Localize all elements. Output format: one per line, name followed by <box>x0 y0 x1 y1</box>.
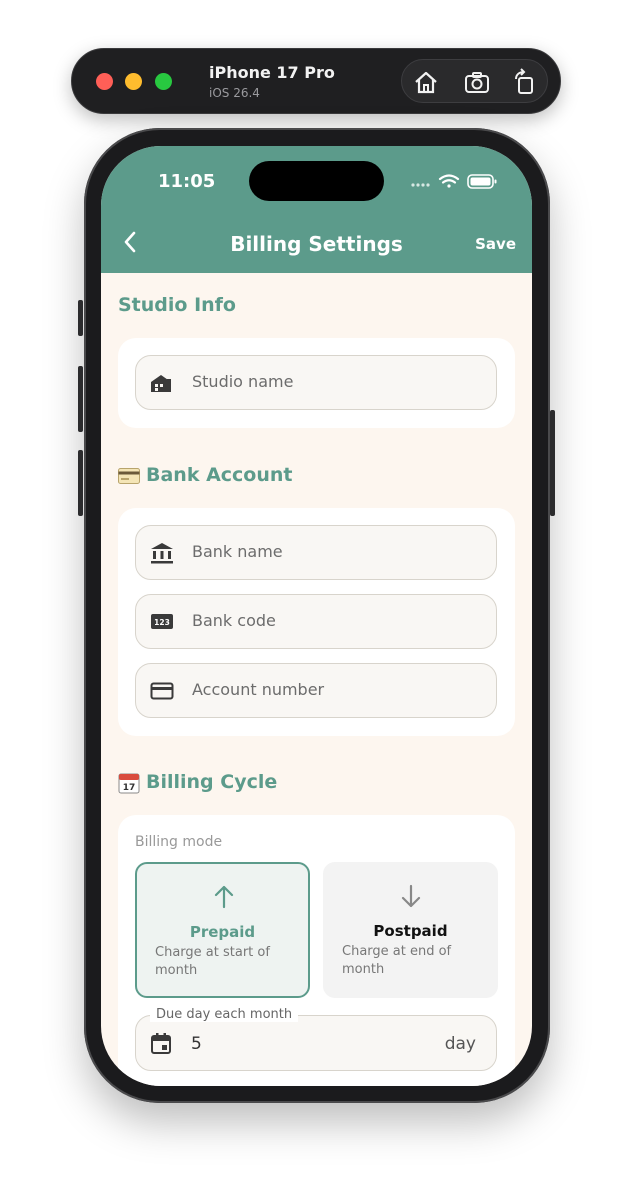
account-number-placeholder: Account number <box>192 680 325 699</box>
credit-card-icon <box>118 468 140 484</box>
due-day-unit: day <box>444 1034 476 1054</box>
numbers-123-icon: 123 <box>151 614 173 629</box>
svg-text:17: 17 <box>123 783 136 793</box>
billing-cycle-title: Billing Cycle <box>146 771 278 793</box>
postpaid-option[interactable]: Postpaid Charge at end of month <box>323 862 498 998</box>
simulator-os-version: iOS 26.4 <box>209 86 260 100</box>
bank-account-card: Bank name 123 Bank code Account number <box>118 508 515 736</box>
billing-mode-label: Billing mode <box>135 834 223 850</box>
minimize-window-button[interactable] <box>125 73 142 90</box>
studio-info-title: Studio Info <box>118 294 236 316</box>
close-window-button[interactable] <box>96 73 113 90</box>
zoom-window-button[interactable] <box>155 73 172 90</box>
app-screen: 11:05 Billing Settings Save Studio Info … <box>101 146 532 1086</box>
card-icon <box>150 682 174 700</box>
bank-name-field[interactable]: Bank name <box>135 525 497 580</box>
arrow-down-icon <box>401 884 421 908</box>
due-day-field[interactable]: Due day each month 5 day <box>135 1007 497 1071</box>
home-icon[interactable] <box>411 67 441 97</box>
page-title: Billing Settings <box>230 232 403 256</box>
studio-info-card: Studio name <box>118 338 515 428</box>
action-button <box>78 300 83 336</box>
save-button[interactable]: Save <box>475 235 516 253</box>
calendar-icon: 17 <box>118 773 140 794</box>
phone-frame: 11:05 Billing Settings Save Studio Info … <box>78 128 555 1103</box>
power-button <box>550 410 555 516</box>
billing-cycle-card: Billing mode Prepaid Charge at start of … <box>118 815 515 1086</box>
calendar-event-icon <box>151 1033 171 1054</box>
volume-up-button <box>78 366 83 432</box>
bank-icon <box>151 543 173 564</box>
studio-name-field[interactable]: Studio name <box>135 355 497 410</box>
simulator-device-name: iPhone 17 Pro <box>209 63 335 82</box>
status-icons <box>411 174 497 189</box>
storefront-icon <box>151 375 171 392</box>
bank-name-placeholder: Bank name <box>192 542 283 561</box>
arrow-up-icon <box>214 885 234 909</box>
battery-icon <box>467 174 497 189</box>
bank-account-title: Bank Account <box>146 464 293 486</box>
volume-down-button <box>78 450 83 516</box>
wifi-icon <box>438 174 460 188</box>
nav-header: 11:05 Billing Settings Save <box>101 146 532 273</box>
account-number-field[interactable]: Account number <box>135 663 497 718</box>
due-day-label: Due day each month <box>150 1007 299 1022</box>
studio-name-placeholder: Studio name <box>192 372 294 391</box>
cellular-signal-icon <box>411 183 430 187</box>
dynamic-island <box>249 161 384 201</box>
rotate-icon[interactable] <box>510 67 540 97</box>
bank-code-placeholder: Bank code <box>192 611 276 630</box>
prepaid-title: Prepaid <box>189 923 256 941</box>
simulator-toolbar: iPhone 17 Pro iOS 26.4 <box>71 48 561 114</box>
postpaid-title: Postpaid <box>373 922 448 940</box>
simulator-actions <box>401 59 548 103</box>
prepaid-option[interactable]: Prepaid Charge at start of month <box>135 862 310 998</box>
svg-text:123: 123 <box>154 618 170 627</box>
postpaid-description: Charge at end of month <box>342 944 452 977</box>
status-time: 11:05 <box>158 171 216 192</box>
prepaid-description: Charge at start of month <box>155 945 270 978</box>
due-day-value: 5 <box>191 1034 202 1054</box>
screenshot-icon[interactable] <box>462 67 492 97</box>
bank-code-field[interactable]: 123 Bank code <box>135 594 497 649</box>
